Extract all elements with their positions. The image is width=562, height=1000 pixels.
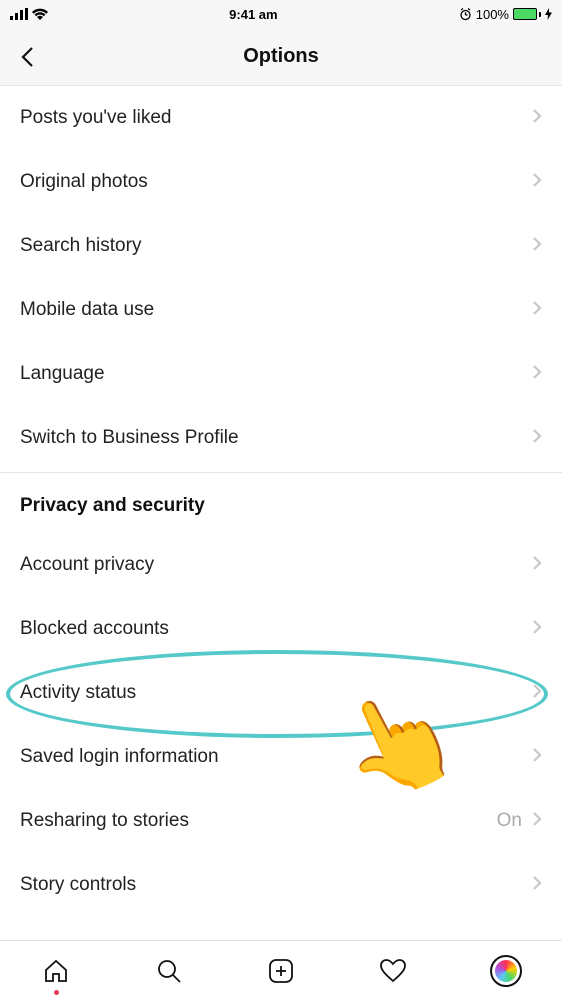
chevron-right-icon: [532, 108, 542, 129]
row-account-privacy[interactable]: Account privacy: [0, 533, 562, 597]
row-language[interactable]: Language: [0, 342, 562, 406]
row-label: Mobile data use: [20, 299, 154, 321]
row-label: Account privacy: [20, 554, 154, 576]
tab-home[interactable]: [34, 949, 78, 993]
chevron-right-icon: [532, 428, 542, 449]
chevron-right-icon: [532, 172, 542, 193]
chevron-right-icon: [532, 300, 542, 321]
row-story-controls[interactable]: Story controls: [0, 853, 562, 917]
battery-percent: 100%: [476, 7, 509, 22]
row-saved-login[interactable]: Saved login information: [0, 725, 562, 789]
status-left: [10, 8, 48, 20]
row-original-photos[interactable]: Original photos: [0, 150, 562, 214]
tab-search[interactable]: [147, 949, 191, 993]
profile-avatar-icon: [490, 955, 522, 987]
settings-list[interactable]: Posts you've liked Original photos Searc…: [0, 86, 562, 942]
status-bar: 9:41 am 100%: [0, 0, 562, 28]
battery-icon: [513, 8, 541, 20]
row-search-history[interactable]: Search history: [0, 214, 562, 278]
tab-add[interactable]: [259, 949, 303, 993]
row-label: Resharing to stories: [20, 810, 189, 832]
heart-icon: [379, 958, 407, 984]
search-icon: [156, 958, 182, 984]
cellular-signal-icon: [10, 8, 28, 20]
row-label: Switch to Business Profile: [20, 427, 239, 449]
row-label: Posts you've liked: [20, 107, 171, 129]
back-button[interactable]: [12, 42, 42, 72]
home-icon: [43, 958, 69, 984]
row-blocked-accounts[interactable]: Blocked accounts: [0, 597, 562, 661]
chevron-right-icon: [532, 747, 542, 768]
notification-dot: [54, 990, 59, 995]
chevron-right-icon: [532, 555, 542, 576]
row-business-profile[interactable]: Switch to Business Profile: [0, 406, 562, 470]
plus-square-icon: [268, 958, 294, 984]
tab-bar: [0, 940, 562, 1000]
tab-profile[interactable]: [484, 949, 528, 993]
row-mobile-data[interactable]: Mobile data use: [0, 278, 562, 342]
row-label: Search history: [20, 235, 141, 257]
status-right: 100%: [459, 7, 552, 22]
chevron-right-icon: [532, 683, 542, 704]
row-resharing-stories[interactable]: Resharing to stories On: [0, 789, 562, 853]
alarm-icon: [459, 8, 472, 21]
chevron-right-icon: [532, 875, 542, 896]
row-label: Saved login information: [20, 746, 219, 768]
status-time: 9:41 am: [229, 7, 277, 22]
row-label: Activity status: [20, 682, 136, 704]
row-activity-status[interactable]: Activity status: [0, 661, 562, 725]
row-posts-liked[interactable]: Posts you've liked: [0, 86, 562, 150]
chevron-left-icon: [19, 45, 35, 69]
tab-activity[interactable]: [371, 949, 415, 993]
row-label: Blocked accounts: [20, 618, 169, 640]
section-header-privacy: Privacy and security: [0, 473, 562, 533]
header: Options: [0, 28, 562, 86]
chevron-right-icon: [532, 811, 542, 832]
row-label: Original photos: [20, 171, 148, 193]
row-value: On: [497, 810, 522, 832]
chevron-right-icon: [532, 364, 542, 385]
wifi-icon: [32, 8, 48, 20]
chevron-right-icon: [532, 619, 542, 640]
row-label: Story controls: [20, 874, 136, 896]
chevron-right-icon: [532, 236, 542, 257]
charging-icon: [545, 8, 552, 20]
row-label: Language: [20, 363, 105, 385]
page-title: Options: [243, 45, 319, 68]
